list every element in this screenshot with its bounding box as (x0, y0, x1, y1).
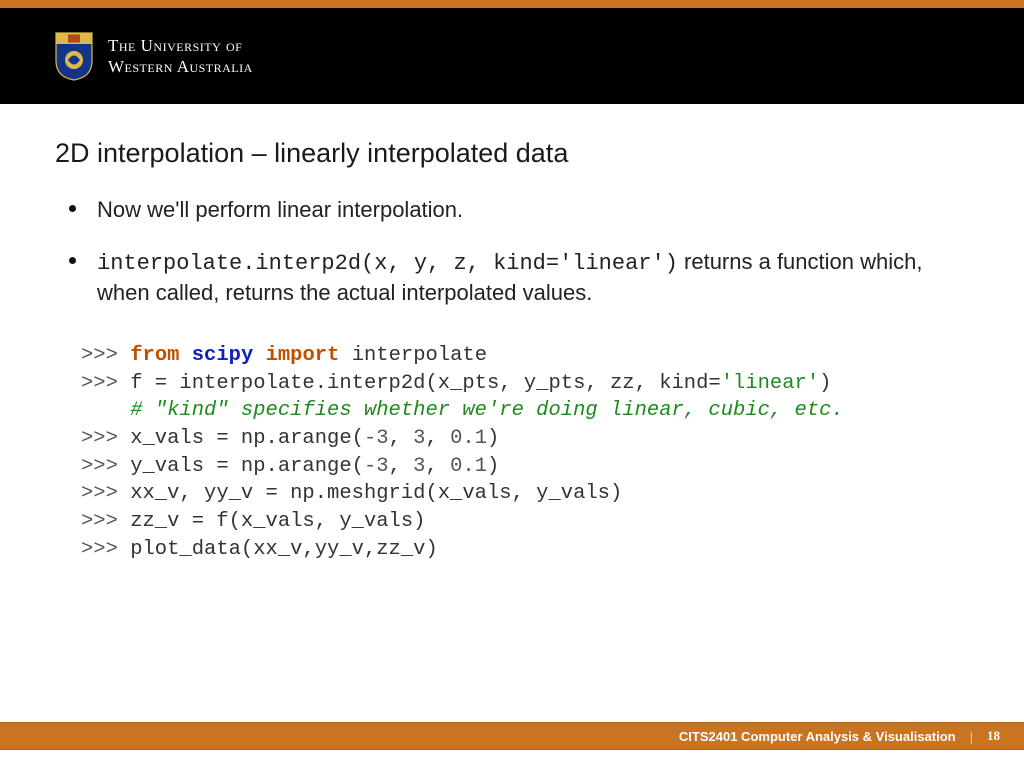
code-prompt: >>> (81, 538, 118, 561)
slide-title: 2D interpolation – linearly interpolated… (55, 138, 969, 169)
footer-divider: | (970, 729, 973, 744)
code-l2b: ) (819, 372, 831, 395)
university-name-line1: The University of (108, 35, 253, 56)
code-prompt: >>> (81, 344, 118, 367)
university-name-line2: Western Australia (108, 56, 253, 77)
code-prompt: >>> (81, 372, 118, 395)
code-comment-pad (81, 399, 130, 422)
code-prompt: >>> (81, 455, 118, 478)
code-num: 0.1 (450, 427, 487, 450)
code-num: -3 (364, 455, 389, 478)
footer-page-number: 18 (987, 728, 1000, 744)
university-crest-icon (54, 31, 94, 81)
bullet2-code: interpolate.interp2d(x, y, z, kind='line… (97, 251, 678, 276)
top-accent-bar (0, 0, 1024, 8)
bullet-list: Now we'll perform linear interpolation. … (55, 195, 969, 308)
university-name: The University of Western Australia (108, 35, 253, 78)
slide-footer: CITS2401 Computer Analysis & Visualisati… (0, 722, 1024, 750)
code-l2a: f = interpolate.interp2d(x_pts, y_pts, z… (118, 372, 721, 395)
code-comment: # "kind" specifies whether we're doing l… (130, 399, 844, 422)
code-l8: plot_data(xx_v,yy_v,zz_v) (118, 538, 438, 561)
code-l7: zz_v = f(x_vals, y_vals) (118, 510, 426, 533)
code-kw-from: from (130, 344, 179, 367)
code-kw-import: import (266, 344, 340, 367)
code-mod-scipy: scipy (192, 344, 254, 367)
code-num: 3 (413, 455, 425, 478)
code-num: -3 (364, 427, 389, 450)
footer-course: CITS2401 Computer Analysis & Visualisati… (679, 729, 956, 744)
code-l5a: y_vals = np.arange( (118, 455, 364, 478)
code-l6: xx_v, yy_v = np.meshgrid(x_vals, y_vals) (118, 482, 622, 505)
slide-header: The University of Western Australia (0, 8, 1024, 104)
code-num: 3 (413, 427, 425, 450)
code-l2-str: 'linear' (721, 372, 819, 395)
code-prompt: >>> (81, 427, 118, 450)
bullet-item-1: Now we'll perform linear interpolation. (97, 195, 969, 225)
code-prompt: >>> (81, 482, 118, 505)
slide-content: 2D interpolation – linearly interpolated… (0, 104, 1024, 563)
bullet-item-2: interpolate.interp2d(x, y, z, kind='line… (97, 247, 969, 308)
code-l4a: x_vals = np.arange( (118, 427, 364, 450)
code-l1-tail: interpolate (339, 344, 487, 367)
code-block: >>> from scipy import interpolate >>> f … (55, 342, 969, 563)
code-prompt: >>> (81, 510, 118, 533)
code-num: 0.1 (450, 455, 487, 478)
